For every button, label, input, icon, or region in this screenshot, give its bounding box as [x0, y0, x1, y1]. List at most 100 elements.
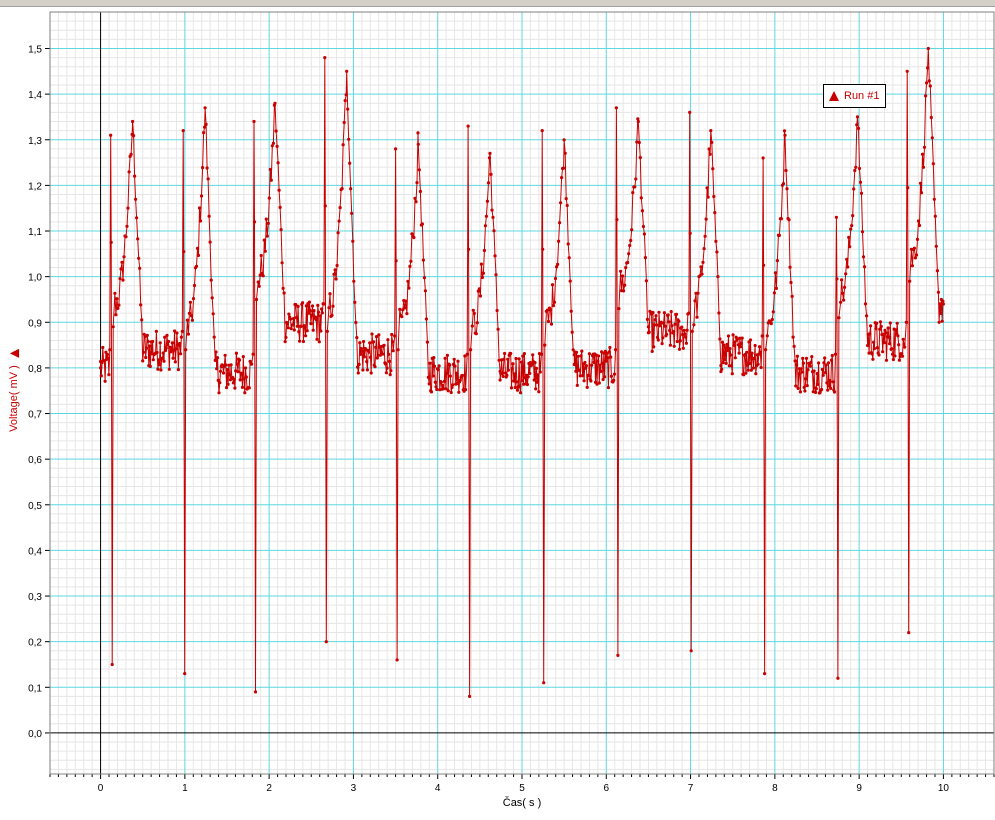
data-point [851, 214, 855, 218]
data-point [330, 313, 334, 317]
data-point [126, 206, 130, 210]
data-point [442, 379, 446, 383]
data-point [485, 199, 489, 203]
data-point [319, 329, 323, 333]
data-point [468, 694, 472, 699]
data-point [241, 355, 245, 359]
data-point [935, 269, 940, 273]
data-point [792, 344, 796, 348]
data-point [138, 266, 142, 270]
y-tick-label: 0,7 [28, 410, 42, 421]
data-point [144, 355, 148, 360]
data-point [671, 330, 676, 334]
data-point [136, 237, 140, 241]
data-point [310, 304, 315, 308]
y-tick-label: 1,2 [28, 181, 42, 192]
data-point [540, 129, 544, 133]
data-point [770, 317, 774, 322]
data-point [209, 278, 213, 282]
data-point [374, 345, 378, 349]
data-point [197, 206, 202, 210]
data-point [174, 347, 178, 351]
data-point [389, 369, 393, 373]
data-point [714, 239, 718, 243]
data-point [637, 140, 641, 145]
data-point [922, 145, 927, 149]
data-point [201, 166, 205, 170]
data-point [371, 340, 376, 344]
data-point [673, 322, 677, 326]
data-point [829, 386, 833, 390]
data-point [186, 332, 190, 336]
data-point [805, 384, 809, 388]
data-point [344, 93, 348, 97]
data-point [303, 325, 307, 329]
data-point [282, 291, 286, 295]
data-point [731, 333, 735, 337]
data-point [552, 300, 557, 304]
data-point [320, 311, 324, 315]
data-point [740, 336, 744, 340]
data-point [416, 142, 420, 146]
legend[interactable]: Run #1 [823, 84, 887, 108]
data-point [884, 331, 888, 335]
y-axis-label: Voltage( mV ) [8, 348, 20, 432]
data-point [640, 209, 645, 213]
data-point [937, 320, 941, 324]
y-tick-label: 0,3 [28, 592, 42, 603]
y-tick-label: 1,0 [28, 273, 42, 284]
data-point [570, 330, 574, 334]
data-point [180, 329, 184, 333]
data-point [453, 364, 457, 368]
data-point [359, 347, 363, 351]
data-point [870, 352, 874, 356]
data-point [758, 345, 762, 349]
data-point [543, 343, 547, 347]
data-point [841, 291, 845, 295]
data-point [551, 304, 556, 308]
data-point [596, 359, 600, 363]
data-point [720, 367, 724, 371]
data-point [492, 229, 496, 233]
data-point [298, 339, 302, 343]
data-point [856, 126, 861, 130]
data-point [614, 348, 618, 352]
data-point [801, 356, 805, 360]
data-point [896, 334, 900, 338]
data-point [394, 147, 398, 151]
data-point [384, 371, 388, 375]
data-point [190, 318, 194, 322]
x-tick-labels: 0 1 2 3 4 5 6 7 8 9 10 [98, 783, 950, 794]
data-point [199, 194, 204, 198]
data-point [814, 387, 818, 391]
data-point [801, 361, 806, 365]
data-point [848, 245, 852, 249]
data-point [910, 264, 915, 268]
data-point [875, 346, 880, 350]
data-point [268, 167, 272, 172]
data-point [688, 231, 692, 235]
data-point [619, 269, 623, 273]
data-point [728, 347, 732, 351]
data-point [765, 334, 769, 338]
data-point [122, 255, 126, 259]
data-point [560, 176, 564, 180]
data-point [777, 233, 782, 237]
data-point [178, 341, 182, 346]
data-point [558, 221, 562, 225]
data-point [872, 347, 877, 351]
data-point [405, 312, 409, 316]
data-point [878, 327, 882, 331]
data-point [407, 286, 411, 290]
data-point [535, 380, 539, 384]
data-point [315, 337, 319, 341]
data-point [338, 206, 342, 210]
data-point [166, 343, 170, 347]
data-point [800, 370, 804, 374]
data-point [240, 371, 244, 375]
data-point [581, 374, 585, 378]
data-point [218, 369, 223, 373]
data-point [681, 346, 685, 350]
data-point [472, 311, 476, 315]
data-point [537, 390, 541, 394]
